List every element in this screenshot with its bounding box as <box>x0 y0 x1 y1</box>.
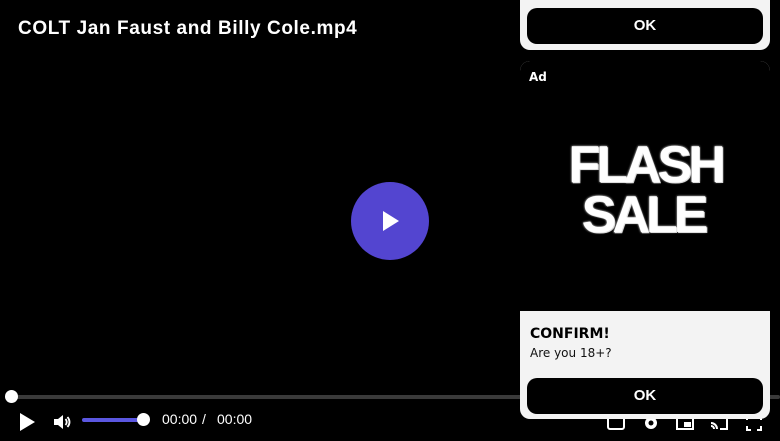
confirm-title: CONFIRM! <box>530 326 610 342</box>
duration: 00:00 <box>217 411 253 427</box>
big-play-button[interactable] <box>351 182 429 260</box>
ad-image[interactable]: Ad FLASH SALE <box>520 61 770 311</box>
volume-handle[interactable] <box>137 413 150 426</box>
time-separator: / <box>202 411 206 427</box>
video-title: COLT Jan Faust and Billy Cole.mp4 <box>18 18 358 39</box>
play-icon <box>20 413 35 431</box>
current-time: 00:00 <box>162 411 198 427</box>
ok-button[interactable]: OK <box>527 378 763 414</box>
ad-label: Ad <box>529 70 547 84</box>
ad-image-text-flash: FLASH <box>568 136 725 194</box>
confirm-text: Are you 18+? <box>530 346 612 360</box>
play-button[interactable] <box>16 411 38 433</box>
volume-icon <box>54 415 71 429</box>
ok-button[interactable]: OK <box>527 8 763 44</box>
ad-card: Ad FLASH SALE CONFIRM! Are you 18+? OK <box>520 61 770 419</box>
play-icon <box>383 211 399 231</box>
progress-handle[interactable] <box>5 390 18 403</box>
ad-image-text-sale: SALE <box>581 186 709 244</box>
ad-card-top: OK <box>520 0 770 50</box>
mute-button[interactable] <box>51 411 73 433</box>
